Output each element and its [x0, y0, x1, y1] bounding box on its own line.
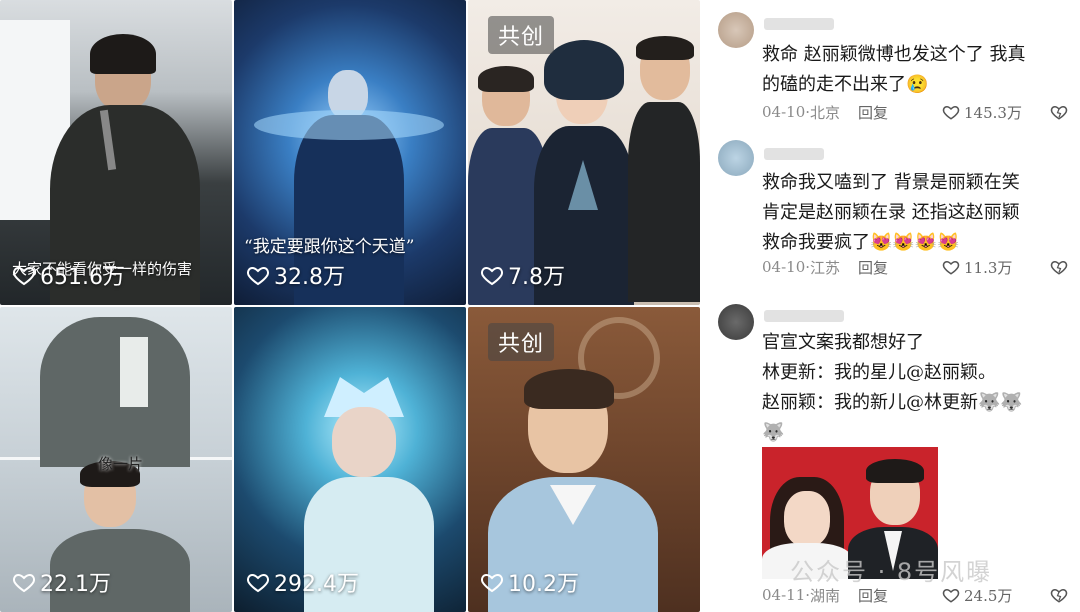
video-tile-4[interactable]: 像一片 22.1万 — [0, 307, 232, 612]
comment-meta: 04-11 · 湖南 回复 24.5万 — [762, 584, 1068, 606]
comment-like-button[interactable]: 11.3万 — [942, 257, 1012, 278]
co-create-badge: 共创 — [488, 323, 555, 361]
comment-text: 官宣文案我都想好了 林更新：我的星儿@赵丽颖。 赵丽颖：我的新儿@林更新🐺🐺 🐺 — [762, 332, 1023, 443]
heart-icon — [942, 260, 960, 275]
like-count-text: 292.4万 — [274, 572, 359, 597]
comment-like-button[interactable]: 24.5万 — [942, 585, 1012, 606]
comment-like-count: 145.3万 — [964, 103, 1022, 122]
heart-icon — [247, 573, 269, 593]
comment-date: 04-11 — [762, 586, 806, 604]
comment-meta: 04-10 · 江苏 回复 11.3万 — [762, 256, 1068, 278]
comment-meta: 04-10 · 北京 回复 145.3万 — [762, 101, 1068, 123]
dislike-icon[interactable] — [1050, 103, 1068, 121]
like-count-text: 7.8万 — [508, 265, 565, 290]
comment-date: 04-10 — [762, 258, 806, 276]
like-count-text: 32.8万 — [274, 265, 345, 290]
reply-button[interactable]: 回复 — [858, 102, 888, 123]
username-blurred[interactable] — [764, 148, 824, 160]
dislike-icon[interactable] — [1050, 258, 1068, 276]
comment-location: 江苏 — [810, 258, 841, 277]
comment-text: 救命 赵丽颖微博也发这个了 我真 的磕的走不出来了😢 — [762, 44, 1026, 95]
heart-icon — [13, 573, 35, 593]
like-count: 651.6万 — [12, 259, 125, 291]
video-caption: “我定要跟你这个天道” — [244, 237, 415, 257]
comment-date: 04-10 — [762, 103, 806, 121]
co-create-badge: 共创 — [488, 16, 555, 54]
video-tile-6[interactable]: 共创 10.2万 — [468, 307, 700, 612]
video-tile-3[interactable]: 共创 7.8万 — [468, 0, 700, 305]
reply-button[interactable]: 回复 — [858, 585, 888, 606]
heart-icon — [13, 266, 35, 286]
reply-button[interactable]: 回复 — [858, 257, 888, 278]
dislike-icon[interactable] — [1050, 586, 1068, 604]
video-tile-2[interactable]: “我定要跟你这个天道” 32.8万 — [234, 0, 466, 305]
like-count: 32.8万 — [246, 259, 345, 291]
heart-icon — [942, 588, 960, 603]
username-blurred[interactable] — [764, 310, 844, 322]
like-count-text: 10.2万 — [508, 572, 579, 597]
avatar[interactable] — [718, 304, 754, 340]
like-count: 22.1万 — [12, 566, 111, 598]
hoodie-person-top — [40, 307, 190, 467]
comment-like-count: 24.5万 — [964, 586, 1013, 605]
username-blurred[interactable] — [764, 18, 834, 30]
avatar[interactable] — [718, 140, 754, 176]
like-count-text: 22.1万 — [40, 572, 111, 597]
comment-location: 北京 — [810, 103, 841, 122]
comment-like-button[interactable]: 145.3万 — [942, 102, 1022, 123]
comment-text: 救命我又嗑到了 背景是丽颖在笑 肯定是赵丽颖在录 还指这赵丽颖 救命我要疯了😻😻… — [762, 172, 1020, 253]
comment-item: 救命 赵丽颖微博也发这个了 我真 的磕的走不出来了😢 04-10 · 北京 回复… — [700, 0, 1080, 140]
like-count-text: 651.6万 — [40, 265, 125, 290]
heart-icon — [481, 573, 503, 593]
comment-like-count: 11.3万 — [964, 258, 1013, 277]
video-caption: 像一片 — [98, 455, 144, 473]
video-tile-5[interactable]: 292.4万 — [234, 307, 466, 612]
comment-location: 湖南 — [810, 586, 841, 605]
watermark-text: 公众号 · 8号风曝 — [790, 558, 993, 586]
person-right — [628, 36, 700, 305]
heart-icon — [942, 105, 960, 120]
video-tile-1[interactable]: 大家不能看你受一样的伤害 651.6万 — [0, 0, 232, 305]
heart-icon — [247, 266, 269, 286]
heart-icon — [481, 266, 503, 286]
like-count: 292.4万 — [246, 566, 359, 598]
avatar[interactable] — [718, 12, 754, 48]
like-count: 10.2万 — [480, 566, 579, 598]
like-count: 7.8万 — [480, 259, 565, 291]
video-grid: 大家不能看你受一样的伤害 651.6万 “我定要跟你这个天道” 32.8万 共创… — [0, 0, 700, 612]
comment-item: 救命我又嗑到了 背景是丽颖在笑 肯定是赵丽颖在录 还指这赵丽颖 救命我要疯了😻😻… — [700, 140, 1080, 300]
